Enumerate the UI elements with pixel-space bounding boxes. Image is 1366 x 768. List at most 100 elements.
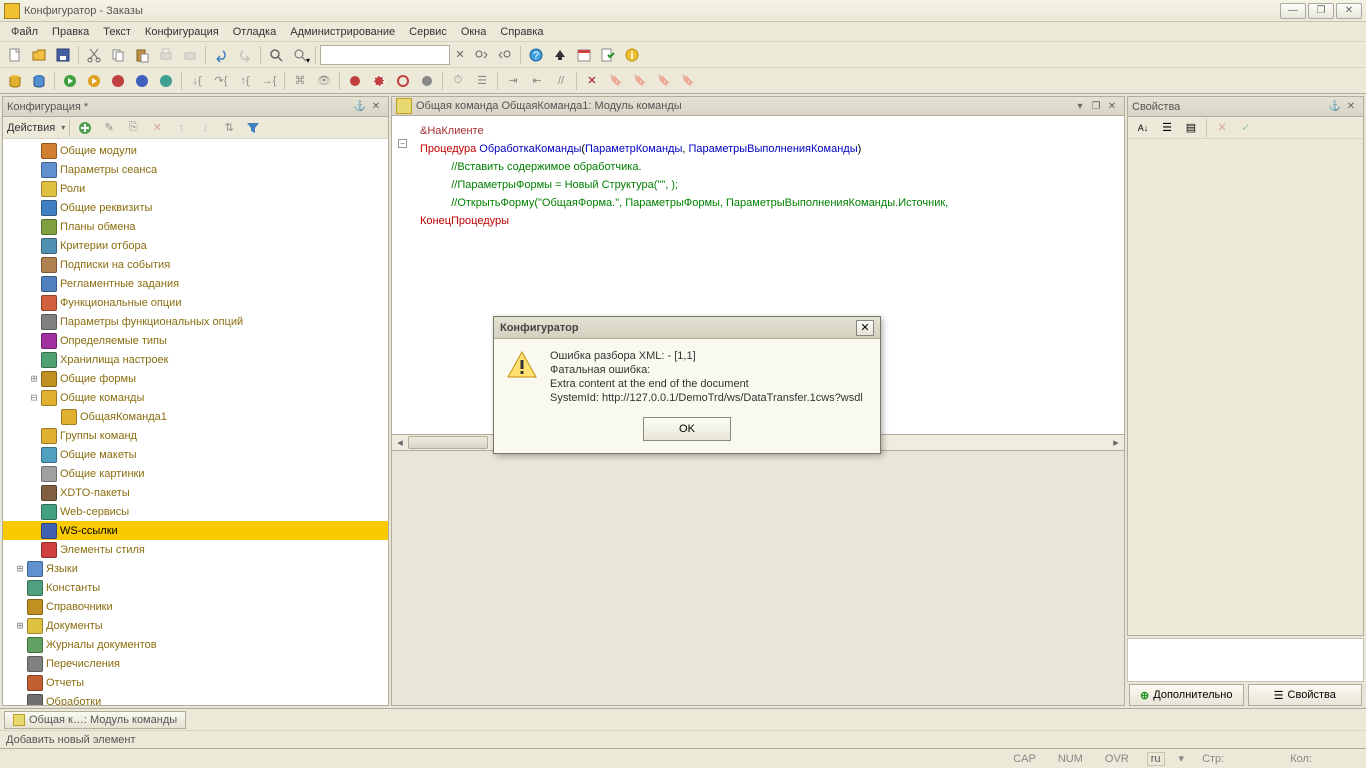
- calendar-icon[interactable]: [573, 44, 595, 66]
- tree-item-14[interactable]: ОбщаяКоманда1: [3, 407, 388, 426]
- breakpoint-remove-icon[interactable]: [416, 70, 438, 92]
- breakpoint-disable-icon[interactable]: [392, 70, 414, 92]
- cut-icon[interactable]: [83, 44, 105, 66]
- ok-button[interactable]: OK: [643, 417, 731, 441]
- bookmark-next-icon[interactable]: 🔖: [605, 70, 627, 92]
- syntax-check-icon[interactable]: [597, 44, 619, 66]
- db-open-icon[interactable]: [28, 70, 50, 92]
- tree-item-29[interactable]: Обработки: [3, 692, 388, 705]
- tree-item-2[interactable]: Роли: [3, 179, 388, 198]
- down-icon[interactable]: ↓: [194, 117, 216, 139]
- menu-debug[interactable]: Отладка: [226, 23, 283, 41]
- search-input[interactable]: [320, 45, 450, 65]
- callstack-icon[interactable]: ☰: [471, 70, 493, 92]
- bottom-tab[interactable]: Общая к…: Модуль команды: [4, 711, 186, 729]
- props-pin-icon[interactable]: ⚓: [1327, 99, 1343, 115]
- scroll-thumb[interactable]: [408, 436, 488, 449]
- step-into-icon[interactable]: ↓{: [186, 70, 208, 92]
- menu-service[interactable]: Сервис: [402, 23, 454, 41]
- minimize-button[interactable]: —: [1280, 3, 1306, 19]
- tree-item-28[interactable]: Отчеты: [3, 673, 388, 692]
- tab-dropdown-icon[interactable]: ▾: [1072, 98, 1088, 114]
- run-continue-icon[interactable]: [131, 70, 153, 92]
- expand-icon[interactable]: ⊞: [13, 562, 27, 575]
- save-icon[interactable]: [52, 44, 74, 66]
- tree-item-4[interactable]: Планы обмена: [3, 217, 388, 236]
- print-preview-icon[interactable]: [179, 44, 201, 66]
- bookmark-prev-icon[interactable]: 🔖: [629, 70, 651, 92]
- run-icon[interactable]: [59, 70, 81, 92]
- breakpoint-icon[interactable]: [344, 70, 366, 92]
- step-out-icon[interactable]: ↑{: [234, 70, 256, 92]
- filter2-icon[interactable]: ▤: [1180, 117, 1202, 139]
- menu-edit[interactable]: Правка: [45, 23, 96, 41]
- breakpoint-cond-icon[interactable]: [368, 70, 390, 92]
- tree-item-25[interactable]: ⊞Документы: [3, 616, 388, 635]
- comment-icon[interactable]: //: [550, 70, 572, 92]
- tree-item-6[interactable]: Подписки на события: [3, 255, 388, 274]
- open-icon[interactable]: [28, 44, 50, 66]
- new-icon[interactable]: [4, 44, 26, 66]
- tab-close-icon[interactable]: ✕: [1104, 98, 1120, 114]
- tree-item-18[interactable]: XDTO-пакеты: [3, 483, 388, 502]
- panel-close-icon[interactable]: ✕: [368, 99, 384, 115]
- props-close-icon[interactable]: ✕: [1343, 99, 1359, 115]
- tree-item-8[interactable]: Функциональные опции: [3, 293, 388, 312]
- undo-icon[interactable]: [210, 44, 232, 66]
- expand-icon[interactable]: ⊟: [27, 391, 41, 404]
- expand-icon[interactable]: ⊞: [27, 372, 41, 385]
- delete-icon[interactable]: ✕: [146, 117, 168, 139]
- tree-item-11[interactable]: Хранилища настроек: [3, 350, 388, 369]
- tree-item-27[interactable]: Перечисления: [3, 654, 388, 673]
- watch-icon[interactable]: 👁: [313, 70, 335, 92]
- redo-icon[interactable]: [234, 44, 256, 66]
- add-icon[interactable]: [74, 117, 96, 139]
- tree-item-15[interactable]: Группы команд: [3, 426, 388, 445]
- menu-admin[interactable]: Администрирование: [283, 23, 402, 41]
- cap-icon[interactable]: [549, 44, 571, 66]
- expand-icon[interactable]: ⊞: [13, 619, 27, 632]
- config-tree[interactable]: Общие модулиПараметры сеансаРолиОбщие ре…: [3, 139, 388, 705]
- menu-text[interactable]: Текст: [96, 23, 138, 41]
- tree-item-9[interactable]: Параметры функциональных опций: [3, 312, 388, 331]
- tab-additional[interactable]: ⊕Дополнительно: [1129, 684, 1244, 706]
- eval-expr-icon[interactable]: ⌘: [289, 70, 311, 92]
- tree-item-7[interactable]: Регламентные задания: [3, 274, 388, 293]
- copy-icon[interactable]: [107, 44, 129, 66]
- categorize-icon[interactable]: ☰: [1156, 117, 1178, 139]
- tree-item-23[interactable]: Константы: [3, 578, 388, 597]
- edit-icon[interactable]: ✎: [98, 117, 120, 139]
- scroll-left-icon[interactable]: ◂: [392, 435, 408, 450]
- prop-del-icon[interactable]: ✕: [1211, 117, 1233, 139]
- dialog-close-icon[interactable]: ✕: [856, 320, 874, 336]
- fold-icon[interactable]: −: [398, 139, 407, 148]
- lang-dd-icon[interactable]: ▾: [1179, 752, 1185, 765]
- actions-dropdown-icon[interactable]: ▾: [61, 123, 65, 132]
- tree-item-3[interactable]: Общие реквизиты: [3, 198, 388, 217]
- tree-item-20[interactable]: WS-ссылки: [3, 521, 388, 540]
- tree-item-12[interactable]: ⊞Общие формы: [3, 369, 388, 388]
- filter-icon[interactable]: [242, 117, 264, 139]
- prop-chk-icon[interactable]: ✓: [1235, 117, 1257, 139]
- tree-item-22[interactable]: ⊞Языки: [3, 559, 388, 578]
- tree-item-19[interactable]: Web-сервисы: [3, 502, 388, 521]
- run-to-icon[interactable]: →{: [258, 70, 280, 92]
- search-back-icon[interactable]: [470, 44, 492, 66]
- step-over-icon[interactable]: ↷{: [210, 70, 232, 92]
- db-connect-icon[interactable]: [4, 70, 26, 92]
- run-stop-icon[interactable]: [107, 70, 129, 92]
- bookmark-set-icon[interactable]: 🔖: [653, 70, 675, 92]
- help-icon[interactable]: ?: [525, 44, 547, 66]
- up-icon[interactable]: ↑: [170, 117, 192, 139]
- menu-windows[interactable]: Окна: [454, 23, 494, 41]
- tree-item-21[interactable]: Элементы стиля: [3, 540, 388, 559]
- tree-item-24[interactable]: Справочники: [3, 597, 388, 616]
- tree-item-13[interactable]: ⊟Общие команды: [3, 388, 388, 407]
- tree-item-26[interactable]: Журналы документов: [3, 635, 388, 654]
- clear-search-icon[interactable]: ✕: [452, 45, 468, 65]
- tab-properties[interactable]: ☰Свойства: [1248, 684, 1363, 706]
- menu-help[interactable]: Справка: [493, 23, 550, 41]
- search-fwd-icon[interactable]: [494, 44, 516, 66]
- run-restart-icon[interactable]: [155, 70, 177, 92]
- info-icon[interactable]: i: [621, 44, 643, 66]
